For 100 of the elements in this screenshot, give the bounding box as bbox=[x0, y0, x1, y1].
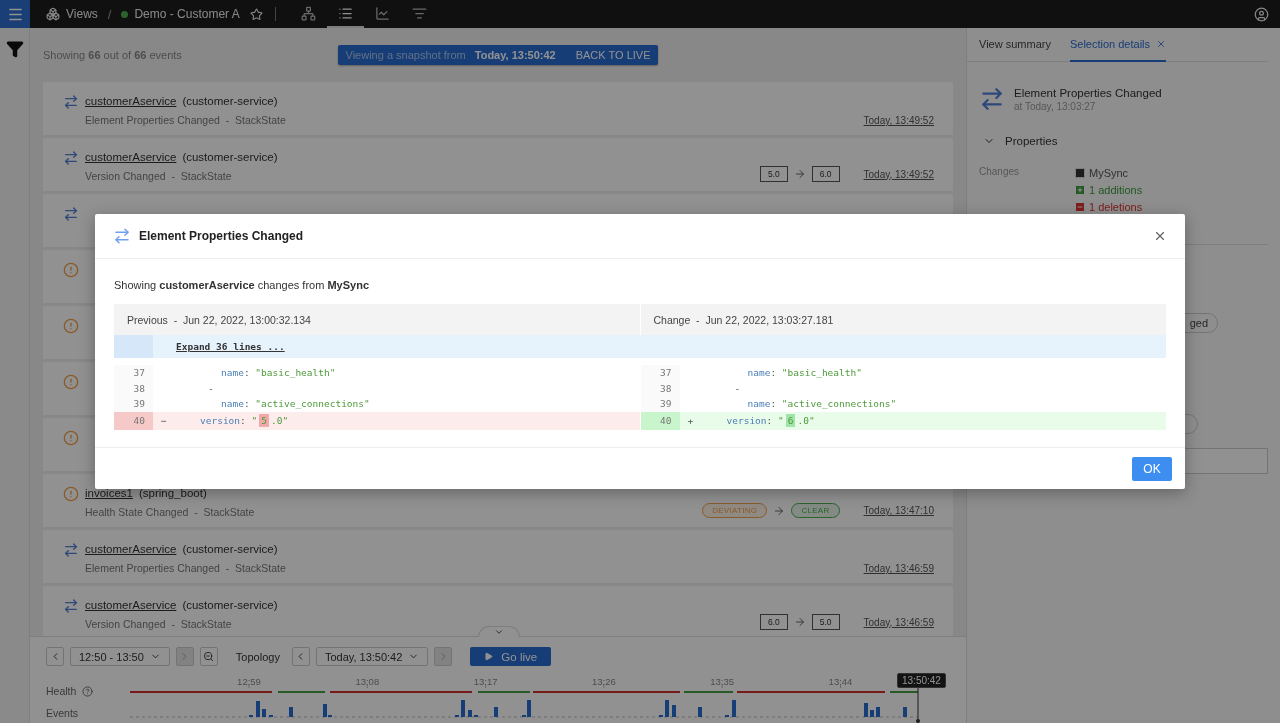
properties-toggle[interactable]: Properties bbox=[979, 135, 1268, 147]
line-chart-icon bbox=[374, 5, 390, 21]
alert-icon bbox=[63, 318, 79, 334]
chevron-down-icon bbox=[494, 627, 504, 637]
cubes-icon bbox=[46, 7, 60, 21]
event-time-link[interactable]: Today, 13:49:52 bbox=[863, 115, 934, 126]
swap-icon bbox=[979, 86, 1005, 112]
arrow-right-icon bbox=[793, 168, 806, 180]
source-value: MySync bbox=[1089, 166, 1129, 180]
network-icon bbox=[300, 5, 316, 21]
selection-title: Element Properties Changed bbox=[1014, 86, 1162, 99]
user-avatar-icon[interactable] bbox=[1254, 6, 1269, 22]
events-label: Events bbox=[46, 707, 80, 719]
additions-value: 1 additions bbox=[1089, 183, 1143, 197]
alert-icon bbox=[63, 486, 79, 502]
tick-label: 13:26 bbox=[592, 676, 616, 687]
alert-icon bbox=[63, 374, 79, 390]
arrow-right-icon bbox=[793, 616, 806, 628]
close-icon[interactable] bbox=[1156, 39, 1167, 49]
alert-icon bbox=[63, 262, 79, 278]
tick-label: 13:08 bbox=[355, 676, 380, 687]
topology-label: Topology bbox=[235, 650, 280, 663]
event-time-link[interactable]: Today, 13:46:59 bbox=[863, 563, 934, 574]
component-link[interactable]: customerAservice bbox=[85, 542, 177, 556]
event-row[interactable]: customerAservice (customer-service) Version Changed - StackState 5.0 6.0 Today, 13:49:52 bbox=[43, 138, 953, 191]
panel-tab[interactable]: View summary bbox=[979, 28, 1051, 62]
plus-icon bbox=[1074, 184, 1086, 196]
view-title: Demo - Customer A bbox=[134, 7, 240, 21]
banner-time: Today, 13:50:42 bbox=[474, 49, 556, 61]
event-description: Version Changed - StackState bbox=[85, 169, 232, 183]
previous-button[interactable] bbox=[46, 647, 64, 666]
line-number: 37 bbox=[114, 365, 153, 381]
list-icon bbox=[337, 5, 353, 21]
dialog-title: Element Properties Changed bbox=[139, 229, 304, 243]
zoom-out-button[interactable] bbox=[199, 647, 218, 666]
event-time-link[interactable]: Today, 13:46:59 bbox=[863, 616, 934, 628]
banner-text: Viewing a snapshot from bbox=[345, 49, 466, 61]
version-tag: 5.0 bbox=[811, 614, 840, 630]
swap-icon bbox=[63, 150, 79, 166]
event-time-link[interactable]: Today, 13:49:52 bbox=[863, 168, 934, 180]
time-range-dropdown[interactable]: 12:50 - 13:50 bbox=[70, 647, 170, 666]
menu-button[interactable] bbox=[0, 0, 30, 28]
panel-tab[interactable]: Selection details bbox=[1069, 28, 1167, 62]
minus-icon bbox=[1074, 201, 1086, 213]
close-icon bbox=[1153, 229, 1167, 243]
input-field[interactable] bbox=[1184, 448, 1268, 474]
filter-icon[interactable] bbox=[5, 40, 24, 58]
event-row[interactable]: customerAservice (customer-service) Element Properties Changed - StackState Today, 13:46:59 bbox=[43, 530, 953, 583]
tick-label: 12:59 bbox=[237, 676, 261, 687]
zoom-out-icon bbox=[203, 651, 215, 662]
swap-icon bbox=[63, 94, 79, 110]
version-tag: 6.0 bbox=[811, 166, 840, 182]
component-link[interactable]: customerAservice bbox=[85, 150, 177, 164]
component-link[interactable]: customerAservice bbox=[85, 94, 177, 108]
swap-icon bbox=[63, 542, 79, 558]
event-description: Element Properties Changed - StackState bbox=[85, 113, 286, 127]
topology-time-dropdown[interactable]: Today, 13:50:42 bbox=[315, 647, 429, 666]
event-description: Element Properties Changed - StackState bbox=[85, 561, 286, 575]
tick-label: 13:44 bbox=[828, 676, 853, 687]
event-description: Health State Changed - StackState bbox=[85, 505, 255, 519]
swap-icon bbox=[63, 206, 79, 222]
event-count: Showing 66 out of 66 events bbox=[43, 49, 183, 61]
dialog-summary: Showing customerAservice changes from MySync bbox=[114, 279, 370, 291]
swap-icon bbox=[113, 227, 131, 245]
event-description: Version Changed - StackState bbox=[85, 617, 232, 631]
lines-icon bbox=[411, 5, 427, 21]
component-link[interactable]: customerAservice bbox=[85, 598, 177, 612]
event-row[interactable]: customerAservice (customer-service) Version Changed - StackState 6.0 5.0 Today, 13:46:59 bbox=[43, 586, 953, 636]
terminal-icon bbox=[1074, 167, 1086, 179]
tick-label: 13:17 bbox=[473, 676, 498, 687]
tick-label: 13:35 bbox=[710, 676, 735, 687]
previous-button[interactable] bbox=[291, 647, 310, 666]
breadcrumb-link[interactable]: Views bbox=[66, 7, 98, 21]
diff-column-header: Previous - Jun 22, 2022, 13:00:32.134 bbox=[114, 304, 640, 335]
play-icon bbox=[484, 652, 494, 661]
arrow-right-icon bbox=[773, 504, 786, 517]
expand-lines-link[interactable]: Expand 36 lines ... bbox=[176, 341, 285, 352]
ok-button[interactable]: OK bbox=[1132, 456, 1172, 481]
alert-icon bbox=[63, 430, 79, 446]
help-icon[interactable] bbox=[82, 685, 94, 697]
go-live-button[interactable]: Go live bbox=[470, 647, 552, 666]
star-icon[interactable] bbox=[249, 7, 263, 21]
diff-column-header: Change - Jun 22, 2022, 13:03:27.181 bbox=[640, 304, 1166, 335]
event-time-link[interactable]: Today, 13:47:10 bbox=[863, 505, 934, 516]
component-type: (spring_boot) bbox=[138, 486, 207, 500]
deletions-value: 1 deletions bbox=[1089, 200, 1143, 214]
close-button[interactable] bbox=[1153, 229, 1167, 243]
status-dot bbox=[121, 10, 129, 18]
version-tag: 6.0 bbox=[759, 614, 788, 630]
swap-icon bbox=[63, 598, 79, 614]
cursor-time-label: 13:50:42 bbox=[897, 673, 946, 688]
version-tag: 5.0 bbox=[759, 166, 788, 182]
component-type: (customer-service) bbox=[182, 150, 278, 164]
event-row[interactable]: customerAservice (customer-service) Element Properties Changed - StackState Today, 13:49:52 bbox=[43, 82, 953, 135]
back-to-live-button[interactable]: BACK TO LIVE bbox=[575, 49, 651, 61]
line-number: 39 bbox=[114, 396, 153, 412]
health-label: Health bbox=[46, 685, 77, 697]
breadcrumb-separator: / bbox=[107, 6, 112, 22]
line-number-gutter bbox=[114, 335, 153, 358]
component-link[interactable]: invoices1 bbox=[85, 486, 133, 500]
